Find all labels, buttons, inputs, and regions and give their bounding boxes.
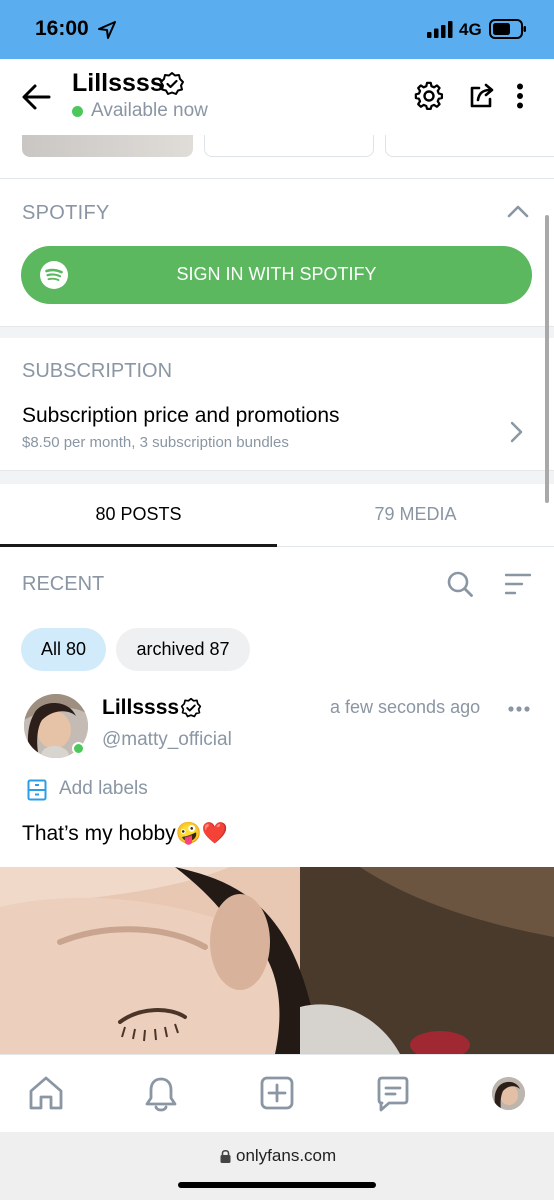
verified-badge-icon xyxy=(180,697,202,718)
post-text: That’s my hobby🤪❤️ xyxy=(22,822,228,845)
profile-tabs: 80 POSTS 79 MEDIA xyxy=(0,484,554,547)
section-divider xyxy=(0,470,554,484)
filter-chip-all[interactable]: All 80 xyxy=(21,628,106,671)
tab-posts[interactable]: 80 POSTS xyxy=(0,504,277,525)
post-media-image[interactable] xyxy=(0,867,554,1054)
online-status-dot xyxy=(72,106,83,117)
add-post-icon[interactable] xyxy=(259,1075,295,1111)
profile-name: Lillssss xyxy=(72,69,164,97)
back-arrow-icon[interactable] xyxy=(20,83,52,111)
highlight-card[interactable] xyxy=(204,135,374,157)
post-more-icon[interactable] xyxy=(508,706,530,712)
notifications-icon[interactable] xyxy=(143,1075,179,1113)
gear-icon[interactable] xyxy=(414,81,444,111)
active-tab-indicator xyxy=(0,544,277,547)
avatar-photo xyxy=(492,1077,525,1110)
more-options-icon[interactable] xyxy=(516,83,524,109)
spotify-button-label: SIGN IN WITH SPOTIFY xyxy=(176,264,377,284)
subscription-row-label: Subscription price and promotions xyxy=(22,404,340,427)
status-bar: 16:00 4G xyxy=(0,0,554,59)
location-arrow-icon xyxy=(98,21,116,39)
post-author-handle[interactable]: @matty_official xyxy=(102,729,232,751)
lock-icon xyxy=(220,1149,231,1163)
availability-status: Available now xyxy=(91,100,208,121)
share-icon[interactable] xyxy=(467,81,497,111)
chevron-up-icon[interactable] xyxy=(507,204,529,218)
add-labels-link[interactable]: Add labels xyxy=(59,778,148,800)
subscription-section-title: SUBSCRIPTION xyxy=(22,360,173,382)
sign-in-spotify-button[interactable]: SIGN IN WITH SPOTIFY xyxy=(21,246,532,304)
status-time: 16:00 xyxy=(35,17,89,40)
spotify-section-title: SPOTIFY xyxy=(22,202,110,224)
network-type: 4G xyxy=(459,20,482,39)
highlight-card[interactable] xyxy=(385,135,554,157)
search-icon[interactable] xyxy=(446,570,474,598)
sort-icon[interactable] xyxy=(505,572,531,596)
post-timestamp: a few seconds ago xyxy=(330,697,481,717)
battery-icon xyxy=(489,19,526,39)
home-indicator[interactable] xyxy=(178,1182,376,1188)
page-scrollbar[interactable] xyxy=(545,215,549,503)
tab-media[interactable]: 79 MEDIA xyxy=(277,504,554,525)
author-online-dot xyxy=(72,742,85,755)
home-icon[interactable] xyxy=(27,1075,65,1111)
browser-url-bar[interactable]: onlyfans.com xyxy=(0,1132,554,1200)
post-author-name[interactable]: Lillssss xyxy=(102,696,179,720)
post-photo xyxy=(0,867,554,1054)
subscription-row-detail: $8.50 per month, 3 subscription bundles xyxy=(22,434,289,451)
highlight-cards-strip xyxy=(0,135,554,179)
subscription-row[interactable]: Subscription price and promotions $8.50 … xyxy=(0,395,554,465)
signal-icon xyxy=(427,21,453,38)
verified-badge-icon xyxy=(160,72,184,95)
profile-avatar[interactable] xyxy=(492,1077,525,1110)
recent-section-title: RECENT xyxy=(22,573,105,595)
bottom-navigation xyxy=(0,1054,554,1132)
url-text: onlyfans.com xyxy=(236,1146,337,1165)
profile-header: Lillssss Available now xyxy=(0,59,554,135)
labels-icon[interactable] xyxy=(27,779,47,801)
chevron-right-icon xyxy=(510,421,523,443)
messages-icon[interactable] xyxy=(375,1075,411,1113)
highlight-card-image[interactable] xyxy=(22,135,193,157)
filter-chip-archived[interactable]: archived 87 xyxy=(116,628,250,671)
section-divider xyxy=(0,326,554,338)
